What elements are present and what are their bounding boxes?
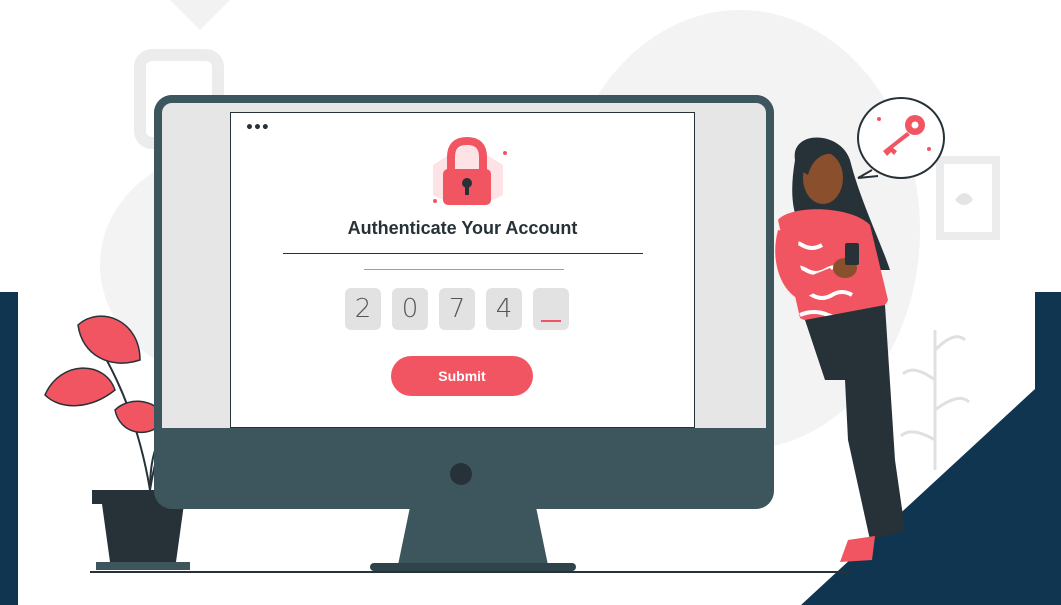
woman-illustration <box>775 137 905 562</box>
smartphone-icon <box>845 243 859 265</box>
